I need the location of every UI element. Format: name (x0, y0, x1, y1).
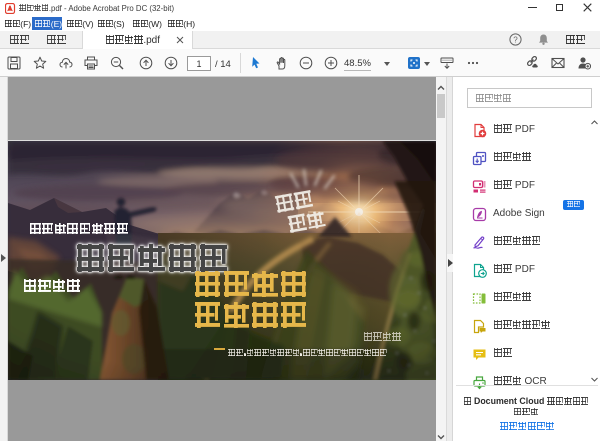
svg-text:?: ? (513, 35, 518, 44)
